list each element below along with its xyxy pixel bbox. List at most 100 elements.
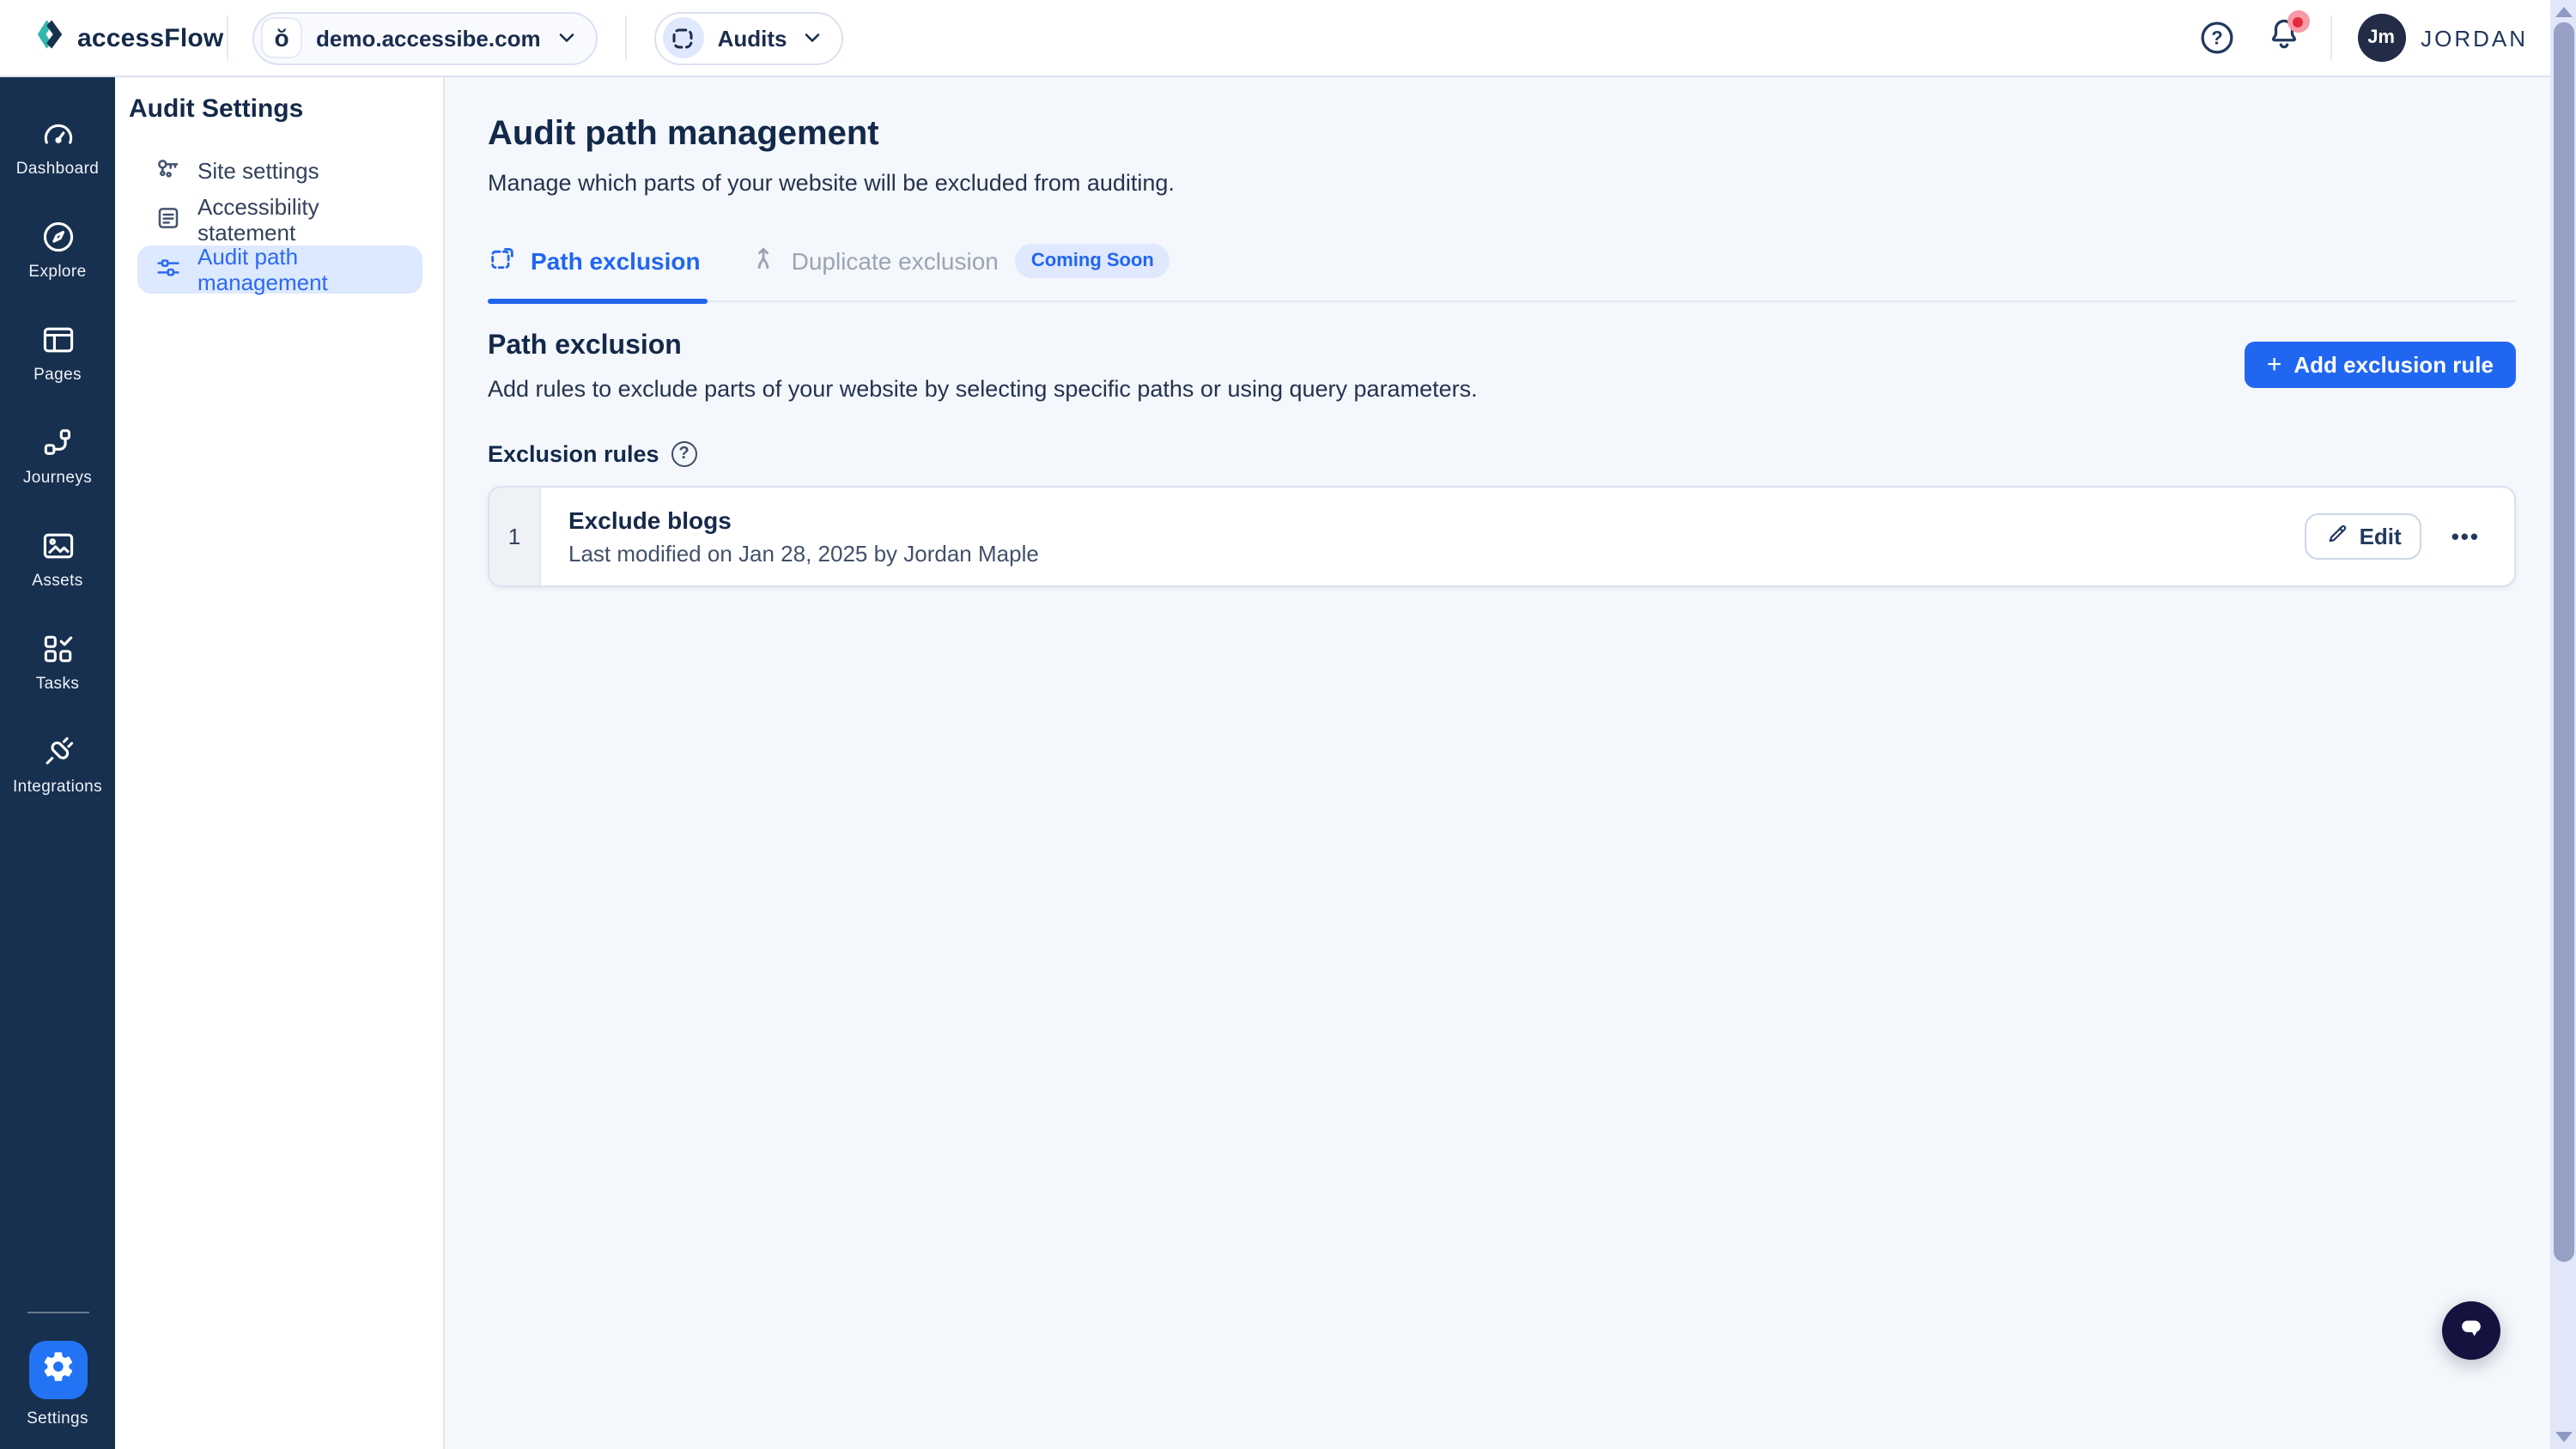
sidebar-item-tasks[interactable]: Tasks (0, 630, 115, 694)
top-header: accessFlow ŏ demo.accessibe.com Audits ?… (0, 0, 2576, 77)
key-icon (155, 154, 182, 186)
header-divider (624, 15, 627, 60)
sidebar-divider (27, 1312, 88, 1313)
image-icon (39, 527, 76, 565)
tasks-icon (39, 630, 76, 668)
primary-sidebar: Dashboard Explore Pages Journeys Assets … (0, 77, 115, 1449)
subnav-item-accessibility-statement[interactable]: Accessibility statement (137, 194, 422, 246)
section-description: Add rules to exclude parts of your websi… (488, 376, 1478, 402)
sidebar-item-explore[interactable]: Explore (0, 218, 115, 282)
section-header: Path exclusion Add rules to exclude part… (488, 331, 2516, 402)
subnav-item-label: Site settings (197, 157, 319, 183)
dashboard-icon (39, 115, 76, 153)
page-title: Audit path management (488, 115, 879, 153)
split-arrow-icon (749, 244, 778, 278)
brand-logo[interactable]: accessFlow (34, 18, 227, 58)
header-divider (227, 15, 228, 60)
subnav-item-audit-path-management[interactable]: Audit path management (137, 244, 422, 295)
audits-selector[interactable]: Audits (653, 11, 844, 64)
sidebar-bottom: Settings (0, 1312, 115, 1449)
subnav-item-label: Accessibility statement (197, 194, 319, 246)
scrollbar-down-arrow[interactable] (2555, 1432, 2572, 1442)
selection-square-icon (488, 244, 517, 278)
sidebar-item-journeys[interactable]: Journeys (0, 424, 115, 488)
avatar: Jm (2357, 14, 2406, 62)
app-window: accessFlow ŏ demo.accessibe.com Audits ?… (0, 0, 2576, 1449)
header-actions: ? Jm JORDAN (2196, 10, 2576, 62)
rule-meta: Last modified on Jan 28, 2025 by Jordan … (568, 541, 1039, 567)
subnav-title: Audit Settings (129, 94, 304, 124)
main-content: Audit path management Manage which parts… (445, 77, 2550, 1449)
scrollbar-thumb[interactable] (2553, 22, 2573, 1262)
rule-index: 1 (489, 488, 541, 585)
exclusion-rule-row: 1 Exclude blogs Last modified on Jan 28,… (488, 486, 2516, 587)
subnav-item-label: Audit path management (197, 244, 328, 295)
rules-header-title: Exclusion rules (488, 441, 659, 467)
section-header-text: Path exclusion Add rules to exclude part… (488, 331, 1478, 402)
section-title: Path exclusion (488, 331, 682, 361)
plus-icon: + (2266, 350, 2282, 379)
tab-bar: Path exclusion Duplicate exclusion Comin… (488, 244, 2516, 304)
plug-icon (39, 733, 76, 771)
site-favicon: ŏ (261, 17, 302, 58)
coming-soon-badge: Coming Soon (1015, 244, 1170, 278)
scrollbar-up-arrow[interactable] (2555, 7, 2572, 17)
info-icon[interactable]: ? (671, 441, 697, 467)
help-button[interactable]: ? (2196, 17, 2237, 58)
sidebar-item-integrations[interactable]: Integrations (0, 733, 115, 797)
gear-icon (40, 1349, 75, 1391)
document-icon (155, 203, 182, 236)
sidebar-item-label: Assets (32, 572, 83, 591)
brand-name: accessFlow (77, 23, 224, 52)
chat-bubble-icon (2454, 1309, 2488, 1352)
sidebar-item-assets[interactable]: Assets (0, 527, 115, 591)
rule-actions: Edit ••• (2304, 488, 2514, 585)
sidebar-item-label: Tasks (35, 675, 80, 694)
pencil-icon (2325, 522, 2349, 551)
chevron-down-icon (555, 26, 579, 50)
sidebar-item-pages[interactable]: Pages (0, 321, 115, 385)
sliders-icon (155, 253, 182, 286)
sidebar-item-label: Settings (27, 1410, 88, 1428)
rules-header: Exclusion rules ? (488, 441, 2516, 467)
edit-rule-button[interactable]: Edit (2304, 513, 2422, 560)
page-subtitle: Manage which parts of your website will … (488, 170, 1175, 196)
settings-subnav: Audit Settings Site settings Accessibili… (115, 77, 445, 1449)
subnav-item-site-settings[interactable]: Site settings (137, 146, 422, 194)
route-icon (39, 424, 76, 462)
site-selector-value: demo.accessibe.com (316, 25, 541, 51)
tab-label: Duplicate exclusion (791, 247, 999, 275)
sidebar-item-label: Dashboard (15, 160, 100, 179)
tab-duplicate-exclusion[interactable]: Duplicate exclusion Coming Soon (749, 244, 1176, 300)
edit-label: Edit (2359, 524, 2402, 549)
more-options-button[interactable]: ••• (2448, 520, 2483, 553)
header-divider (2330, 15, 2332, 60)
sidebar-item-label: Journeys (22, 469, 93, 488)
vertical-scrollbar (2550, 0, 2576, 1449)
site-selector[interactable]: ŏ demo.accessibe.com (252, 11, 598, 64)
sidebar-item-label: Integrations (12, 778, 103, 797)
scan-icon (662, 17, 704, 58)
rule-title: Exclude blogs (568, 506, 732, 534)
pages-icon (39, 321, 76, 359)
chevron-down-icon (801, 26, 825, 50)
tab-label: Path exclusion (531, 247, 701, 275)
notification-dot (2293, 16, 2304, 27)
question-glyph: ? (2210, 27, 2221, 49)
compass-icon (39, 218, 76, 256)
user-name: JORDAN (2421, 25, 2528, 51)
rule-body: Exclude blogs Last modified on Jan 28, 2… (541, 488, 1039, 585)
add-exclusion-rule-label: Add exclusion rule (2293, 352, 2494, 378)
settings-button[interactable] (28, 1341, 87, 1399)
sidebar-item-label: Pages (33, 366, 82, 385)
accessflow-logo-icon (34, 18, 65, 58)
audits-selector-value: Audits (717, 25, 787, 51)
subnav-list: Site settings Accessibility statement Au… (137, 146, 422, 295)
user-menu[interactable]: Jm JORDAN (2357, 14, 2528, 62)
add-exclusion-rule-button[interactable]: + Add exclusion rule (2244, 342, 2516, 388)
tab-path-exclusion[interactable]: Path exclusion (488, 244, 708, 304)
notifications-button[interactable] (2263, 10, 2310, 58)
notification-badge (2287, 10, 2310, 33)
chat-widget-button[interactable] (2442, 1301, 2500, 1360)
sidebar-item-dashboard[interactable]: Dashboard (0, 115, 115, 179)
